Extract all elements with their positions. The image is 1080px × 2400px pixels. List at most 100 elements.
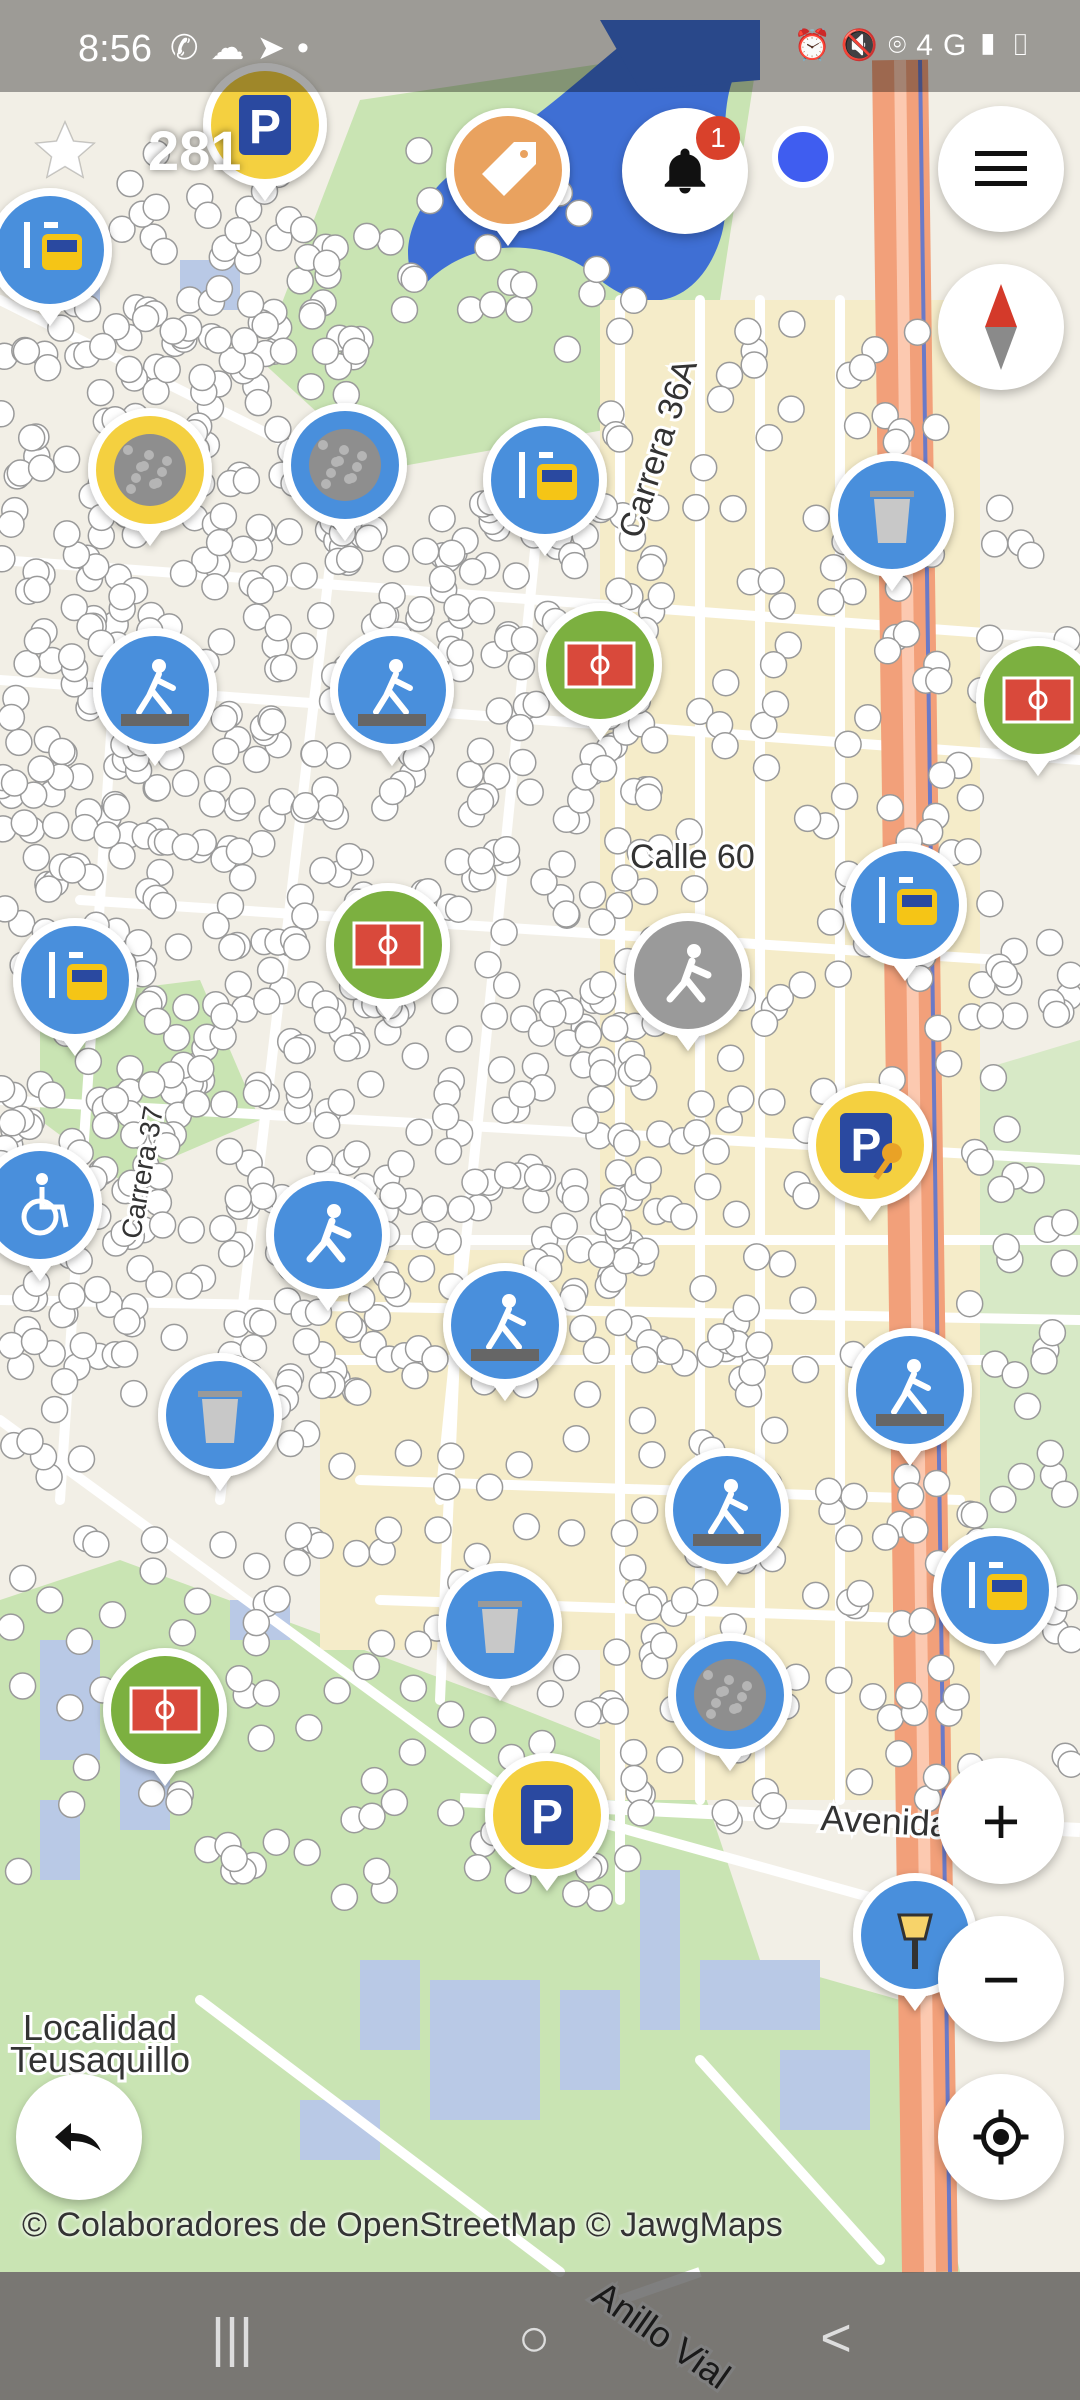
map-node-1114[interactable]	[40, 1395, 69, 1424]
map-node-247[interactable]	[110, 1340, 139, 1368]
map-node-415[interactable]	[91, 1111, 120, 1140]
map-node-1218[interactable]	[416, 186, 444, 215]
map-node-921[interactable]	[759, 650, 788, 679]
map-node-476[interactable]	[201, 573, 229, 601]
map-node-1212[interactable]	[400, 265, 428, 294]
map-node-1145[interactable]	[263, 1585, 291, 1614]
map-node-731[interactable]	[516, 778, 544, 806]
map-node-1077[interactable]	[711, 1798, 739, 1827]
map-node-688[interactable]	[508, 1080, 536, 1108]
map-node-778[interactable]	[885, 1739, 913, 1768]
map-node-767[interactable]	[619, 1738, 648, 1767]
map-node-624[interactable]	[382, 545, 410, 573]
map-node-882[interactable]	[640, 726, 669, 754]
map-node-471[interactable]	[48, 737, 76, 766]
map-node-1069[interactable]	[463, 1854, 492, 1882]
map-node-1072[interactable]	[656, 1337, 684, 1366]
map-node-907[interactable]	[634, 783, 663, 811]
map-node-346[interactable]	[41, 811, 70, 840]
map-node-1172[interactable]	[376, 228, 405, 256]
map-node-362[interactable]	[300, 740, 329, 768]
map-node-447[interactable]	[50, 1367, 79, 1396]
map-node-1027[interactable]	[605, 1308, 633, 1337]
map-node-364[interactable]	[335, 842, 364, 871]
map-node-121[interactable]	[244, 388, 273, 417]
map-node-710[interactable]	[506, 713, 534, 742]
map-node-977[interactable]	[814, 1477, 843, 1506]
map-node-662[interactable]	[379, 1181, 407, 1210]
map-node-1025[interactable]	[330, 1883, 359, 1912]
map-node-741[interactable]	[979, 1063, 1008, 1092]
map-node-709[interactable]	[467, 597, 496, 625]
locate-me-button[interactable]	[938, 2074, 1064, 2200]
map-node-167[interactable]	[343, 1140, 371, 1168]
map-node-1082[interactable]	[358, 1802, 386, 1831]
map-node-388[interactable]	[215, 1137, 244, 1166]
map-node-833[interactable]	[1038, 1318, 1067, 1347]
map-node-738[interactable]	[510, 625, 539, 654]
map-node-656[interactable]	[438, 539, 466, 567]
undo-button[interactable]	[16, 2074, 142, 2200]
map-node-750[interactable]	[825, 1666, 853, 1695]
map-node-1037[interactable]	[512, 1512, 541, 1541]
map-node-1118[interactable]	[4, 1857, 33, 1886]
map-node-344[interactable]	[275, 518, 303, 546]
map-node-1018[interactable]	[360, 1766, 389, 1795]
map-node-896[interactable]	[955, 1289, 984, 1318]
map-node-81[interactable]	[17, 424, 46, 452]
map-node-583[interactable]	[456, 760, 484, 789]
map-node-561[interactable]	[405, 1118, 433, 1146]
map-node-1073[interactable]	[399, 1674, 428, 1702]
map-node-444[interactable]	[115, 355, 143, 384]
map-node-836[interactable]	[819, 553, 848, 582]
map-node-799[interactable]	[716, 1044, 745, 1073]
map-node-884[interactable]	[824, 960, 853, 988]
map-node-450[interactable]	[131, 304, 160, 333]
map-node-1210[interactable]	[224, 216, 252, 245]
map-node-893[interactable]	[922, 1763, 951, 1792]
map-node-675[interactable]	[566, 786, 595, 814]
map-node-789[interactable]	[928, 761, 956, 789]
map-node-825[interactable]	[689, 1274, 717, 1303]
map-node-1059[interactable]	[574, 1700, 602, 1728]
map-node-1122[interactable]	[82, 1530, 110, 1559]
map-node-923[interactable]	[966, 1148, 994, 1176]
map-node-1137[interactable]	[67, 1445, 96, 1473]
map-node-991[interactable]	[834, 730, 862, 759]
map-node-925[interactable]	[927, 1654, 955, 1682]
map-node-404[interactable]	[137, 1071, 166, 1099]
map-node-144[interactable]	[164, 933, 193, 961]
map-node-219[interactable]	[312, 1111, 341, 1140]
map-node-803[interactable]	[702, 1137, 730, 1166]
map-node-868[interactable]	[1007, 1462, 1036, 1491]
map-node-51[interactable]	[228, 787, 256, 815]
map-node-905[interactable]	[758, 1088, 786, 1116]
map-node-798[interactable]	[989, 1485, 1017, 1514]
map-node-1075[interactable]	[635, 1593, 663, 1622]
map-node-299[interactable]	[264, 415, 292, 444]
map-node-1005[interactable]	[619, 1554, 647, 1582]
map-node-683[interactable]	[466, 787, 495, 816]
map-node-1109[interactable]	[738, 1358, 766, 1387]
map-node-440[interactable]	[253, 987, 281, 1016]
map-node-961[interactable]	[742, 1243, 771, 1271]
map-node-446[interactable]	[217, 1239, 246, 1268]
map-node-1014[interactable]	[398, 1738, 427, 1766]
map-node-953[interactable]	[894, 1681, 923, 1710]
map-node-985[interactable]	[712, 668, 740, 697]
map-node-911[interactable]	[1057, 1625, 1080, 1654]
map-node-604[interactable]	[550, 1212, 579, 1240]
map-node-1123[interactable]	[56, 1693, 84, 1722]
map-node-968[interactable]	[882, 428, 911, 457]
map-node-630[interactable]	[444, 847, 473, 876]
map-node-972[interactable]	[976, 624, 1004, 652]
map-node-513[interactable]	[0, 510, 25, 538]
map-node-708[interactable]	[612, 1246, 640, 1275]
map-node-1201[interactable]	[479, 290, 507, 319]
upload-status-button[interactable]	[744, 98, 862, 216]
map-node-676[interactable]	[461, 1168, 489, 1197]
map-node-283[interactable]	[335, 545, 364, 573]
map-node-869[interactable]	[830, 782, 859, 811]
map-node-343[interactable]	[354, 524, 383, 553]
map-node-699[interactable]	[509, 748, 537, 777]
